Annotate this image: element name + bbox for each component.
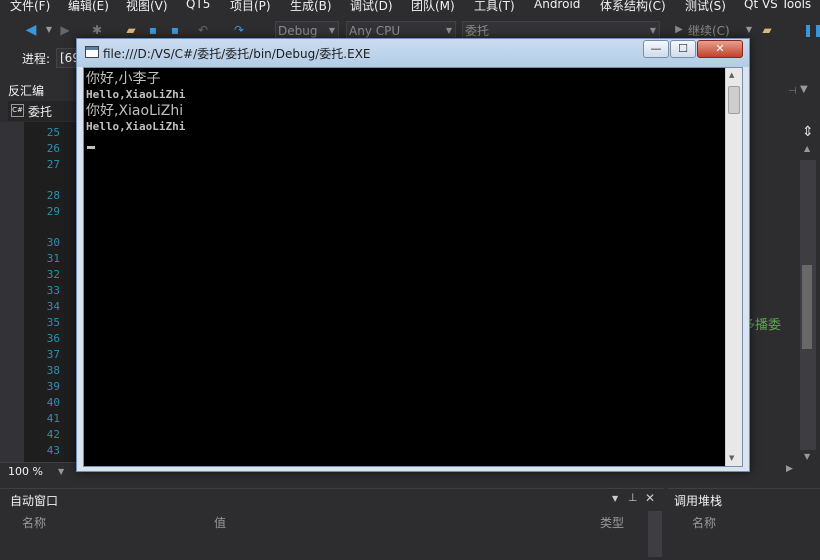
menu-qt-vs-tools[interactable]: Qt VS Tools (744, 0, 811, 11)
console-title-bar[interactable]: file:///D:/VS/C#/委托/委托/bin/Debug/委托.EXE … (77, 39, 749, 67)
call-stack-panel: 调用堆栈 名称 (668, 488, 820, 560)
undo-icon[interactable]: ↶ (196, 23, 210, 37)
chevron-down-icon[interactable]: ▼ (58, 467, 64, 476)
panel-title: 调用堆栈 (674, 494, 723, 508)
panel-vertical-scrollbar[interactable] (648, 511, 662, 557)
new-project-icon[interactable]: ✱ (90, 23, 104, 37)
attach-icon[interactable]: ▰ (760, 23, 774, 37)
tab-disassembly[interactable]: 反汇编 (8, 82, 44, 99)
menu-file[interactable]: 文件(F) (10, 0, 50, 14)
line-number: 31 (46, 252, 60, 265)
column-header-name[interactable]: 名称 (22, 514, 46, 531)
autos-panel: 自动窗口 ▼ ⊥ ✕ 名称 值 类型 (0, 488, 664, 560)
menu-edit[interactable]: 编辑(E) (68, 0, 109, 14)
process-label: 进程: (22, 52, 51, 66)
startup-project-value: 委托 (465, 24, 490, 38)
scroll-up-icon[interactable]: ▲ (729, 71, 734, 79)
scrollbar-thumb[interactable] (728, 86, 740, 114)
menu-debug[interactable]: 调试(D) (350, 0, 393, 14)
console-output[interactable]: 你好,小李子 Hello,XiaoLiZhi 你好,XiaoLiZhi Hell… (83, 67, 743, 467)
line-number: 38 (46, 364, 60, 377)
scroll-down-icon[interactable]: ▼ (729, 454, 734, 462)
dropdown-arrow-icon[interactable]: ▼ (42, 23, 56, 37)
save-all-icon[interactable]: ▪ (168, 23, 182, 37)
menu-tools[interactable]: 工具(T) (474, 0, 515, 14)
chevron-down-icon[interactable]: ▼ (612, 494, 618, 503)
menu-bar: 文件(F) 编辑(E) 视图(V) QT5 项目(P) 生成(B) 调试(D) … (0, 0, 820, 14)
pin-icon[interactable]: ⊥ (628, 491, 638, 504)
scroll-right-icon[interactable]: ▶ (786, 464, 793, 474)
line-number: 35 (46, 316, 60, 329)
line-number: 28 (46, 189, 60, 202)
line-number: 39 (46, 380, 60, 393)
console-line: 你好,小李子 (86, 71, 161, 87)
menu-android[interactable]: Android (534, 0, 580, 11)
close-icon[interactable]: ✕ (645, 491, 655, 505)
platform-value: Any CPU (349, 24, 401, 38)
back-icon[interactable]: ◀ (24, 23, 38, 37)
line-number: 30 (46, 236, 60, 249)
console-line: Hello,XiaoLiZhi (86, 120, 186, 133)
line-number: 27 (46, 158, 60, 171)
menu-project[interactable]: 项目(P) (230, 0, 271, 14)
menu-test[interactable]: 测试(S) (685, 0, 726, 14)
column-header-type[interactable]: 类型 (600, 514, 624, 531)
minimize-button[interactable]: — (643, 40, 669, 58)
line-number: 40 (46, 396, 60, 409)
line-number: 36 (46, 332, 60, 345)
pause-icon[interactable]: ❚❚ (803, 23, 820, 37)
console-title: file:///D:/VS/C#/委托/委托/bin/Debug/委托.EXE (103, 47, 371, 61)
document-header[interactable]: C# 委托 (8, 101, 78, 121)
continue-button[interactable]: 继续(C) (688, 22, 730, 39)
zoom-level[interactable]: 100 % (8, 465, 43, 478)
csharp-file-icon: C# (11, 104, 24, 117)
scrollbar-thumb[interactable] (802, 265, 812, 349)
line-number: 34 (46, 300, 60, 313)
console-cursor (87, 146, 95, 149)
menu-view[interactable]: 视图(V) (126, 0, 168, 14)
document-label: 委托 (28, 105, 53, 119)
column-header-name[interactable]: 名称 (692, 514, 716, 531)
solution-config-value: Debug (278, 24, 318, 38)
console-line: 你好,XiaoLiZhi (86, 103, 184, 119)
console-window[interactable]: file:///D:/VS/C#/委托/委托/bin/Debug/委托.EXE … (76, 38, 750, 472)
menu-architecture[interactable]: 体系结构(C) (600, 0, 666, 14)
menu-build[interactable]: 生成(B) (290, 0, 332, 14)
line-number: 25 (46, 126, 60, 139)
editor-gutter (0, 122, 24, 462)
panel-title: 自动窗口 (10, 494, 59, 508)
scroll-down-icon[interactable]: ▼ (804, 452, 810, 461)
line-number: 42 (46, 428, 60, 441)
console-app-icon[interactable] (85, 46, 99, 58)
process-select[interactable]: [69 (56, 48, 80, 68)
column-header-value[interactable]: 值 (214, 514, 226, 531)
dropdown-arrow-icon[interactable]: ▼ (742, 23, 756, 37)
console-vertical-scrollbar[interactable]: ▲ ▼ (725, 68, 742, 466)
redo-icon[interactable]: ↷ (232, 23, 246, 37)
line-number: 41 (46, 412, 60, 425)
zoom-bar: 100 % ▼ (0, 462, 78, 480)
menu-qt5[interactable]: QT5 (186, 0, 210, 11)
play-icon[interactable]: ▶ (672, 23, 686, 37)
line-number: 26 (46, 142, 60, 155)
pin-icon[interactable]: ⊣ (788, 86, 797, 97)
close-button[interactable]: ✕ (697, 40, 743, 58)
save-icon[interactable]: ▪ (146, 23, 160, 37)
open-folder-icon[interactable]: ▰ (124, 23, 138, 37)
line-number: 29 (46, 205, 60, 218)
split-icon[interactable]: ⇕ (802, 124, 814, 140)
line-number: 37 (46, 348, 60, 361)
maximize-button[interactable]: ☐ (670, 40, 696, 58)
forward-icon[interactable]: ▶ (58, 23, 72, 37)
line-number: 43 (46, 444, 60, 457)
line-number: 33 (46, 284, 60, 297)
line-number: 32 (46, 268, 60, 281)
scroll-up-icon[interactable]: ▲ (804, 144, 810, 153)
menu-team[interactable]: 团队(M) (411, 0, 455, 14)
chevron-down-icon[interactable]: ▼ (800, 84, 808, 95)
